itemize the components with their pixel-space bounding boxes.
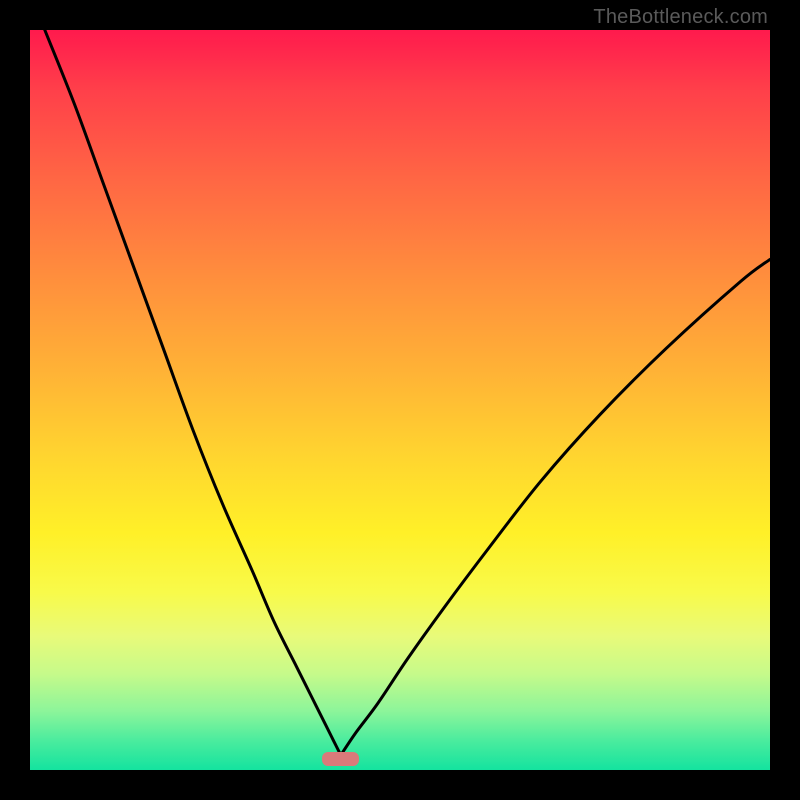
- watermark-text: TheBottleneck.com: [593, 6, 768, 29]
- chart-frame: TheBottleneck.com: [0, 0, 800, 800]
- bottleneck-marker: [322, 752, 359, 765]
- right-branch-curve: [341, 259, 770, 755]
- left-branch-curve: [45, 30, 341, 755]
- plot-area: [30, 30, 770, 770]
- curve-layer: [30, 30, 770, 770]
